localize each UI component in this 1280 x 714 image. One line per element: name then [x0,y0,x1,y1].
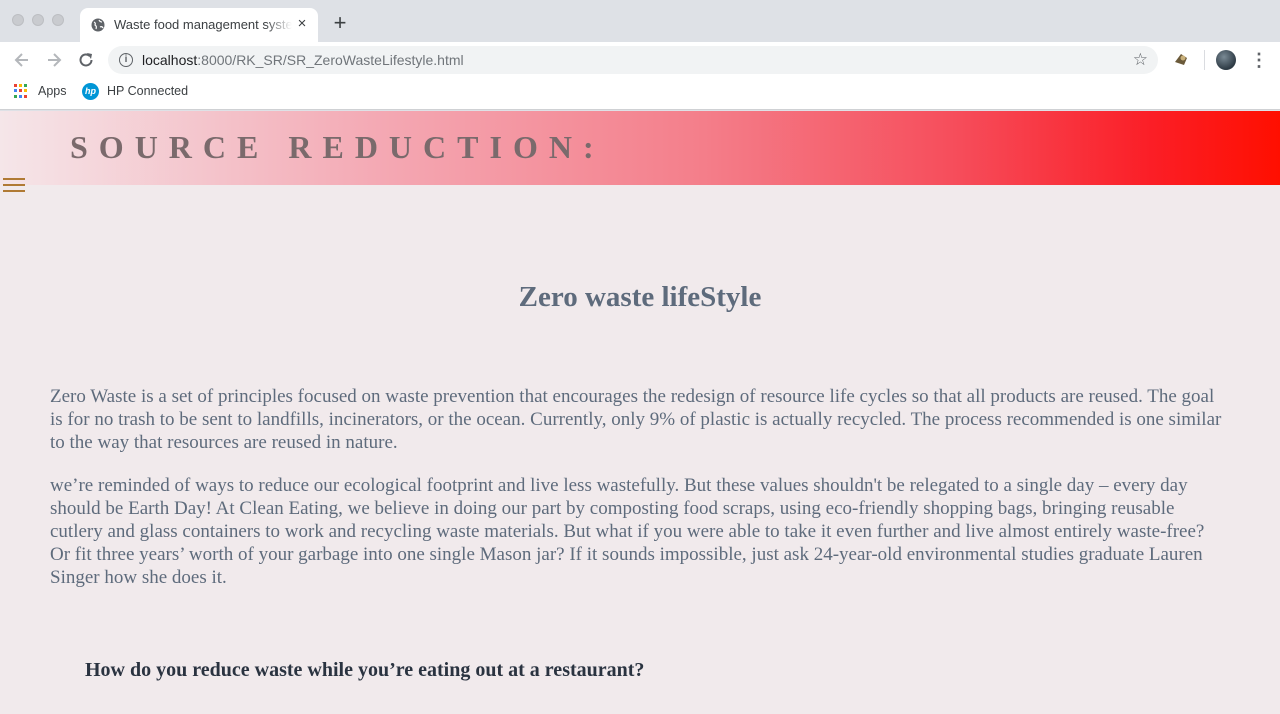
browser-toolbar: i localhost:8000/RK_SR/SR_ZeroWasteLifes… [0,42,1280,78]
url-text[interactable]: localhost:8000/RK_SR/SR_ZeroWasteLifesty… [142,52,464,68]
tab-strip: Waste food management system × + [0,0,1280,42]
hamburger-menu-icon[interactable] [3,178,25,193]
page-content: SOURCE REDUCTION: Zero waste lifeStyle Z… [0,111,1280,714]
paragraph-earth-day: we’re reminded of ways to reduce our eco… [50,475,1205,588]
menu-dots-icon[interactable]: ⋮ [1250,48,1268,72]
banner-title: SOURCE REDUCTION: [70,129,605,165]
forward-arrow-icon[interactable] [44,50,64,70]
bookmark-hp-connected[interactable]: HP Connected [107,84,188,98]
bookmarks-bar: Apps hp HP Connected [0,78,1280,110]
tab-close-icon[interactable]: × [294,16,310,32]
header-banner: SOURCE REDUCTION: [0,111,1280,185]
info-icon[interactable]: i [119,53,133,67]
back-arrow-icon[interactable] [12,50,32,70]
page-heading: Zero waste lifeStyle [518,281,762,313]
extension-icon[interactable] [1172,50,1190,68]
subheading-restaurant: How do you reduce waste while you’re eat… [85,659,645,681]
toolbar-divider [1204,50,1205,70]
url-host: localhost [142,52,198,68]
reload-icon[interactable] [76,50,96,70]
tab-title: Waste food management system [114,17,292,32]
window-maximize-button[interactable] [52,14,64,26]
bookmark-apps[interactable]: Apps [38,84,67,98]
window-close-button[interactable] [12,14,24,26]
new-tab-button[interactable]: + [330,12,350,34]
globe-icon [91,18,105,32]
paragraph-zero-waste: Zero Waste is a set of principles focuse… [50,386,1222,453]
address-bar[interactable]: i localhost:8000/RK_SR/SR_ZeroWasteLifes… [108,46,1158,74]
window-minimize-button[interactable] [32,14,44,26]
hp-logo-icon[interactable]: hp [82,83,99,100]
star-icon[interactable]: ☆ [1133,50,1148,70]
avatar[interactable] [1216,50,1236,70]
apps-grid-icon[interactable] [14,84,28,98]
url-path: :8000/RK_SR/SR_ZeroWasteLifestyle.html [197,52,464,68]
browser-tab[interactable]: Waste food management system × [80,8,318,42]
